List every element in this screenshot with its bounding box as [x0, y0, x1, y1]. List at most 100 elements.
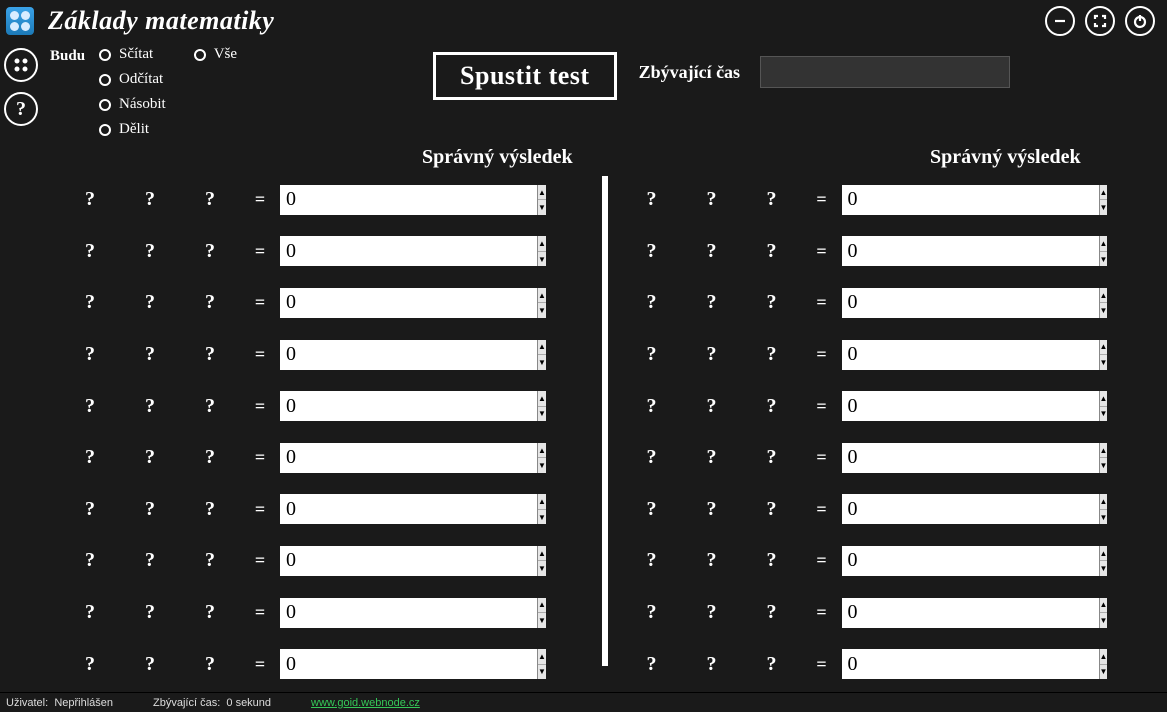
- answer-spinner[interactable]: ▲▼: [280, 494, 398, 524]
- spinner-down-icon[interactable]: ▼: [1100, 458, 1108, 473]
- radio-dělit[interactable]: Dělit: [99, 121, 166, 138]
- spinner-up-icon[interactable]: ▲: [538, 443, 546, 459]
- answer-input[interactable]: [280, 340, 537, 370]
- spinner-down-icon[interactable]: ▼: [1100, 407, 1108, 422]
- answer-spinner[interactable]: ▲▼: [842, 391, 960, 421]
- answer-input[interactable]: [842, 391, 1099, 421]
- spinner-down-icon[interactable]: ▼: [1100, 561, 1108, 576]
- spinner-up-icon[interactable]: ▲: [538, 236, 546, 252]
- spinner-down-icon[interactable]: ▼: [1100, 200, 1108, 215]
- spinner-down-icon[interactable]: ▼: [1100, 510, 1108, 525]
- spinner-up-icon[interactable]: ▲: [538, 340, 546, 356]
- answer-spinner[interactable]: ▲▼: [280, 288, 398, 318]
- spinner-up-icon[interactable]: ▲: [1100, 546, 1108, 562]
- answer-input[interactable]: [280, 236, 537, 266]
- spinner-up-icon[interactable]: ▲: [538, 391, 546, 407]
- answer-spinner[interactable]: ▲▼: [842, 546, 960, 576]
- answer-spinner[interactable]: ▲▼: [842, 340, 960, 370]
- answer-input[interactable]: [842, 649, 1099, 679]
- answer-spinner[interactable]: ▲▼: [280, 649, 398, 679]
- spinner-up-icon[interactable]: ▲: [1100, 443, 1108, 459]
- answer-spinner[interactable]: ▲▼: [842, 494, 960, 524]
- spinner-up-icon[interactable]: ▲: [1100, 340, 1108, 356]
- spinner-down-icon[interactable]: ▼: [538, 407, 546, 422]
- spinner-up-icon[interactable]: ▲: [538, 288, 546, 304]
- answer-spinner[interactable]: ▲▼: [280, 598, 398, 628]
- spinner-up-icon[interactable]: ▲: [1100, 185, 1108, 201]
- spinner-down-icon[interactable]: ▼: [538, 355, 546, 370]
- operand-a: ?: [60, 188, 120, 211]
- start-test-button[interactable]: Spustit test: [433, 52, 617, 100]
- spinner-down-icon[interactable]: ▼: [538, 510, 546, 525]
- spinner-down-icon[interactable]: ▼: [1100, 613, 1108, 628]
- spinner-up-icon[interactable]: ▲: [538, 546, 546, 562]
- answer-spinner[interactable]: ▲▼: [280, 391, 398, 421]
- spinner-down-icon[interactable]: ▼: [538, 561, 546, 576]
- spinner-down-icon[interactable]: ▼: [538, 613, 546, 628]
- answer-spinner[interactable]: ▲▼: [842, 185, 960, 215]
- operand-b: ?: [742, 291, 802, 314]
- radio-vše[interactable]: Vše: [194, 46, 237, 63]
- spinner-up-icon[interactable]: ▲: [538, 494, 546, 510]
- spinner-down-icon[interactable]: ▼: [1100, 252, 1108, 267]
- answer-input[interactable]: [842, 546, 1099, 576]
- answer-input[interactable]: [842, 288, 1099, 318]
- answer-spinner[interactable]: ▲▼: [842, 288, 960, 318]
- operator: ?: [682, 498, 742, 521]
- spinner-up-icon[interactable]: ▲: [1100, 391, 1108, 407]
- answer-input[interactable]: [280, 494, 537, 524]
- answer-input[interactable]: [842, 340, 1099, 370]
- answer-spinner[interactable]: ▲▼: [280, 546, 398, 576]
- answer-spinner[interactable]: ▲▼: [842, 236, 960, 266]
- answer-input[interactable]: [842, 236, 1099, 266]
- answer-input[interactable]: [280, 649, 537, 679]
- spinner-down-icon[interactable]: ▼: [1100, 665, 1108, 680]
- answer-input[interactable]: [842, 185, 1099, 215]
- answer-spinner[interactable]: ▲▼: [842, 443, 960, 473]
- spinner-up-icon[interactable]: ▲: [538, 598, 546, 614]
- app-title: Základy matematiky: [48, 6, 274, 36]
- radio-odčítat[interactable]: Odčítat: [99, 71, 166, 88]
- power-button[interactable]: [1125, 6, 1155, 36]
- fullscreen-button[interactable]: [1085, 6, 1115, 36]
- spinner-down-icon[interactable]: ▼: [538, 303, 546, 318]
- answer-input[interactable]: [280, 288, 537, 318]
- answer-input[interactable]: [280, 391, 537, 421]
- help-button[interactable]: ?: [4, 92, 38, 126]
- answer-input[interactable]: [842, 598, 1099, 628]
- radio-sčítat[interactable]: Sčítat: [99, 46, 166, 63]
- status-link[interactable]: www.goid.webnode.cz: [311, 697, 420, 709]
- answer-input[interactable]: [280, 546, 537, 576]
- operand-a: ?: [622, 446, 682, 469]
- spinner-down-icon[interactable]: ▼: [538, 665, 546, 680]
- answer-spinner[interactable]: ▲▼: [280, 340, 398, 370]
- answer-input[interactable]: [280, 185, 537, 215]
- answer-input[interactable]: [280, 443, 537, 473]
- spinner-up-icon[interactable]: ▲: [538, 185, 546, 201]
- answer-input[interactable]: [280, 598, 537, 628]
- spinner-down-icon[interactable]: ▼: [1100, 355, 1108, 370]
- menu-grid-button[interactable]: [4, 48, 38, 82]
- spinner-up-icon[interactable]: ▲: [1100, 494, 1108, 510]
- spinner-up-icon[interactable]: ▲: [538, 649, 546, 665]
- spinner-up-icon[interactable]: ▲: [1100, 288, 1108, 304]
- spinner-down-icon[interactable]: ▼: [538, 458, 546, 473]
- answer-spinner[interactable]: ▲▼: [280, 443, 398, 473]
- spinner-down-icon[interactable]: ▼: [1100, 303, 1108, 318]
- answer-spinner[interactable]: ▲▼: [842, 598, 960, 628]
- answer-spinner[interactable]: ▲▼: [842, 649, 960, 679]
- radio-násobit[interactable]: Násobit: [99, 96, 166, 113]
- answer-input[interactable]: [842, 443, 1099, 473]
- answer-input[interactable]: [842, 494, 1099, 524]
- equals-sign: =: [240, 447, 280, 468]
- correct-result: ?: [416, 549, 476, 572]
- spinner-down-icon[interactable]: ▼: [538, 200, 546, 215]
- operand-a: ?: [622, 498, 682, 521]
- answer-spinner[interactable]: ▲▼: [280, 185, 398, 215]
- spinner-up-icon[interactable]: ▲: [1100, 649, 1108, 665]
- spinner-up-icon[interactable]: ▲: [1100, 236, 1108, 252]
- minimize-button[interactable]: [1045, 6, 1075, 36]
- answer-spinner[interactable]: ▲▼: [280, 236, 398, 266]
- spinner-up-icon[interactable]: ▲: [1100, 598, 1108, 614]
- spinner-down-icon[interactable]: ▼: [538, 252, 546, 267]
